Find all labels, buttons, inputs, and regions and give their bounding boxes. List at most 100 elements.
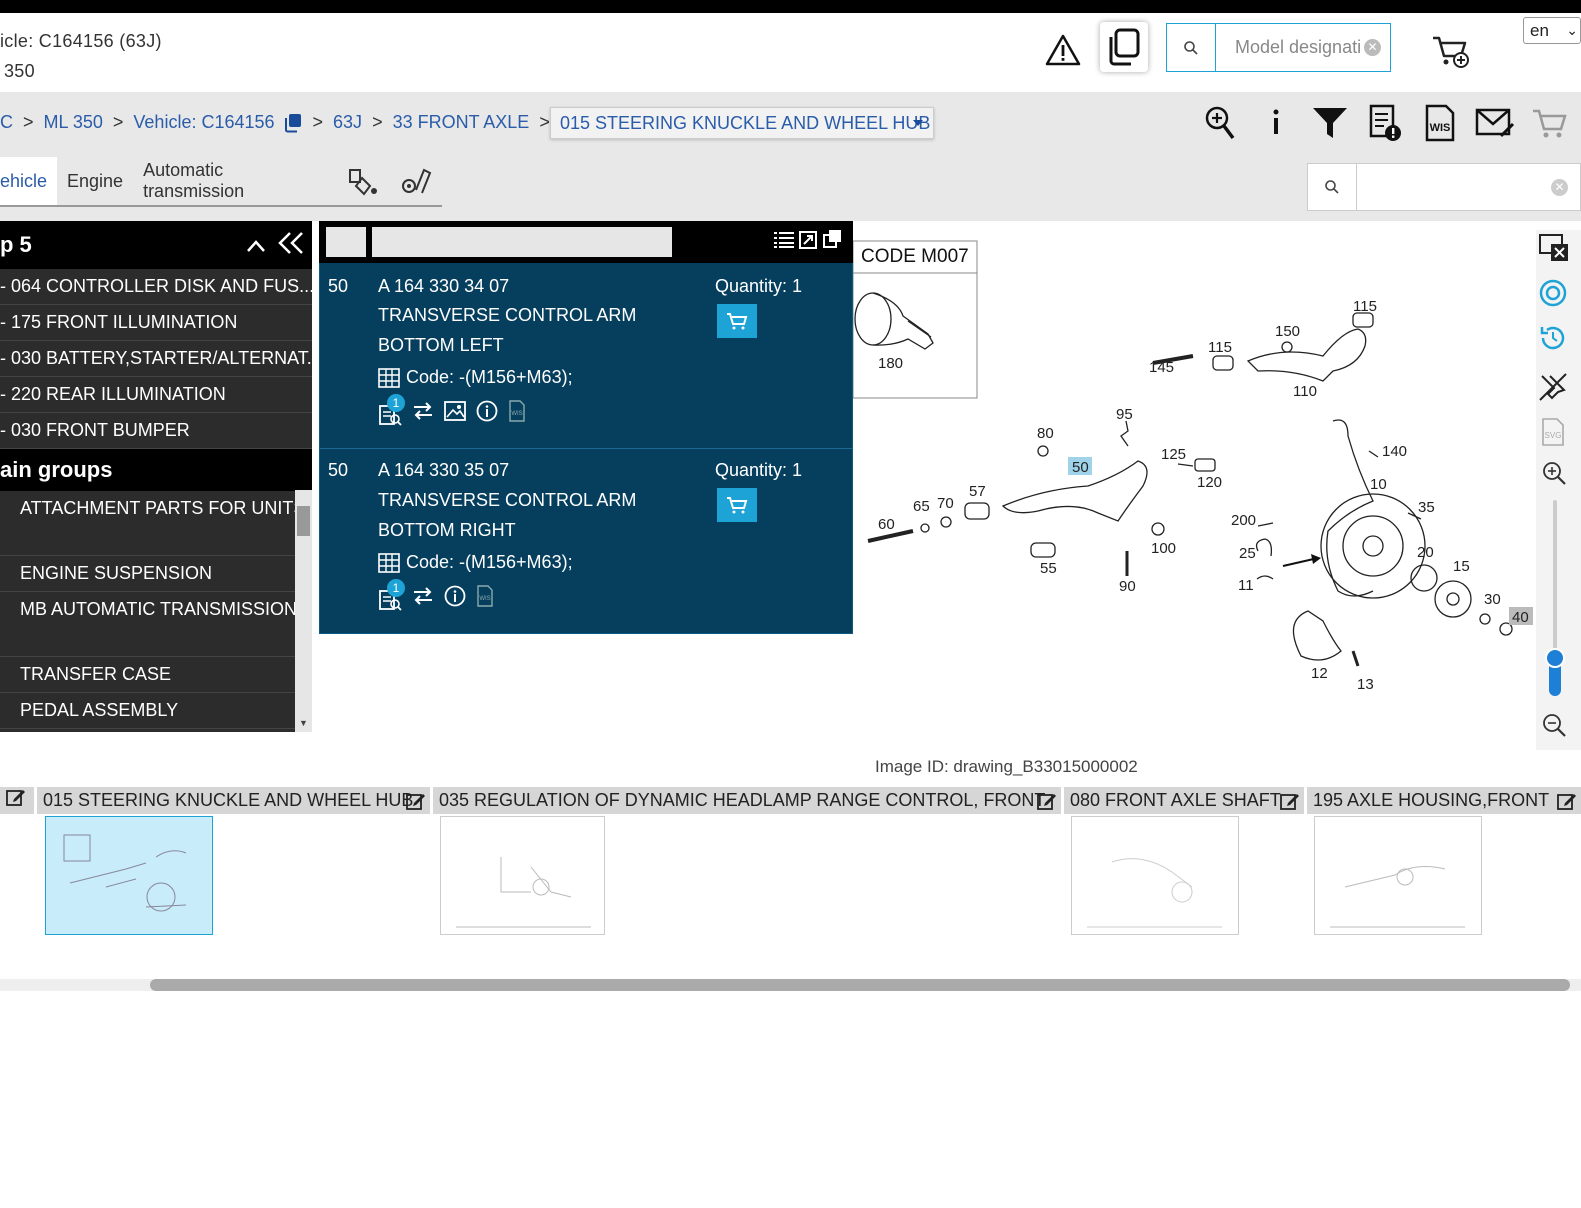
horizontal-scrollbar-thumb[interactable] [150, 979, 1570, 991]
target-icon[interactable] [1538, 278, 1568, 313]
edit-icon[interactable] [1037, 791, 1057, 818]
callout-label: 57 [969, 483, 986, 500]
swap-icon[interactable] [412, 586, 434, 611]
breadcrumb-item[interactable]: C [0, 112, 13, 133]
edit-icon[interactable] [6, 790, 26, 810]
thumbnail-label[interactable]: 080 FRONT AXLE SHAFT [1064, 787, 1304, 814]
info-icon[interactable] [476, 400, 498, 427]
part-row[interactable]: 50 A 164 330 35 07 TRANSVERSE CONTROL AR… [319, 460, 853, 632]
info-icon[interactable] [444, 585, 466, 612]
list-icon[interactable] [774, 231, 794, 254]
left-scrollbar-thumb[interactable] [297, 506, 310, 536]
thumbnail-label[interactable]: 015 STEERING KNUCKLE AND WHEEL HUB [37, 787, 430, 814]
search-icon[interactable] [1308, 164, 1357, 210]
code-label: CODE M007 [861, 246, 969, 267]
thumbnail-label[interactable]: 195 AXLE HOUSING,FRONT [1307, 787, 1581, 814]
model-search[interactable]: Model designati ✕ [1166, 23, 1391, 72]
paint-code-icon[interactable] [338, 157, 390, 205]
part-description-line: BOTTOM LEFT [378, 335, 504, 355]
callout-label: 145 [1149, 359, 1174, 376]
expand-icon[interactable] [799, 231, 817, 254]
notes-warning-icon[interactable] [1366, 103, 1406, 143]
main-group-item[interactable]: ENGINE SUSPENSION [0, 556, 312, 592]
main-group-item[interactable]: PEDAL ASSEMBLY [0, 693, 312, 729]
main-group-item[interactable]: MB AUTOMATIC TRANSMISSION [0, 592, 312, 657]
tabs: ehicle Engine Automatic transmission [0, 157, 442, 207]
model-search-input[interactable]: Model designati ✕ [1216, 24, 1390, 71]
subgroup-dropdown[interactable]: 015 STEERING KNUCKLE AND WHEEL HUB [550, 107, 934, 139]
search-icon[interactable] [1167, 24, 1216, 71]
thumbnail-image-selected[interactable] [45, 816, 213, 935]
copy-button[interactable] [1100, 22, 1148, 72]
cart-add-icon[interactable] [1430, 32, 1472, 72]
collapse-up-icon[interactable] [246, 233, 266, 259]
tools-icon[interactable] [390, 157, 442, 205]
add-to-cart-button[interactable] [717, 304, 757, 338]
part-number[interactable]: A 164 330 34 07 [378, 276, 509, 297]
zoom-in-icon[interactable] [1200, 103, 1240, 143]
part-description: TRANSVERSE CONTROL ARM BOTTOM LEFT [378, 300, 636, 360]
notes-icon[interactable]: 1 [378, 393, 405, 426]
svg-icon[interactable]: SVG [1540, 418, 1566, 451]
top5-item[interactable]: - 064 CONTROLLER DISK AND FUS... [0, 269, 312, 305]
edit-icon[interactable] [1280, 791, 1300, 818]
wis-icon[interactable]: WIS [476, 585, 494, 612]
scroll-down-icon[interactable]: ▼ [299, 718, 308, 728]
parts-search-input[interactable]: ✕ [1357, 164, 1580, 210]
main-group-item[interactable]: ATTACHMENT PARTS FOR UNITS [0, 491, 312, 556]
clear-icon[interactable]: ✕ [1551, 179, 1568, 196]
wis-icon[interactable]: WIS [1420, 103, 1460, 143]
edit-icon[interactable] [406, 791, 426, 818]
clear-icon[interactable]: ✕ [1364, 39, 1381, 56]
edit-icon[interactable] [1557, 791, 1577, 818]
breadcrumb-item[interactable]: 33 FRONT AXLE [393, 112, 530, 133]
history-icon[interactable] [1538, 323, 1568, 358]
callout-label: 13 [1357, 676, 1374, 693]
main-group-item[interactable]: TRANSFER CASE [0, 657, 312, 693]
breadcrumb-item[interactable]: 63J [333, 112, 362, 133]
pin-off-icon[interactable] [1538, 372, 1568, 407]
cart-icon[interactable] [1530, 103, 1570, 143]
swap-icon[interactable] [412, 401, 434, 426]
callout-label: 40 [1512, 609, 1529, 626]
breadcrumb-item[interactable]: Vehicle: C164156 [133, 112, 274, 133]
tab-automatic-transmission[interactable]: Automatic transmission [133, 157, 338, 205]
callout-label: 11 [1238, 577, 1254, 594]
wis-icon[interactable]: WIS [508, 400, 526, 427]
zoom-in-icon[interactable] [1541, 460, 1567, 491]
thumbnail-image[interactable] [1314, 816, 1482, 935]
add-to-cart-button[interactable] [717, 488, 757, 522]
image-icon[interactable] [444, 401, 466, 426]
tab-vehicle[interactable]: ehicle [0, 157, 57, 205]
window-icon[interactable] [822, 229, 842, 254]
parts-search[interactable]: ✕ [1307, 163, 1581, 211]
thumbnail-label[interactable]: 035 REGULATION OF DYNAMIC HEADLAMP RANGE… [433, 787, 1061, 814]
email-icon[interactable] [1475, 103, 1515, 143]
zoom-out-icon[interactable] [1541, 712, 1567, 743]
language-select[interactable]: en ⌄ [1523, 17, 1581, 44]
part-number[interactable]: A 164 330 35 07 [378, 460, 509, 481]
warning-icon[interactable] [1043, 30, 1083, 70]
double-chevron-left-icon[interactable] [278, 231, 304, 261]
thumbnail-image[interactable] [1071, 816, 1239, 935]
filter-input[interactable] [372, 227, 672, 257]
filter-box[interactable] [326, 227, 366, 257]
svg-text:SVG: SVG [1545, 431, 1562, 440]
window-close-icon[interactable] [1538, 232, 1568, 267]
filter-icon[interactable] [1310, 103, 1350, 143]
top5-item[interactable]: - 220 REAR ILLUMINATION [0, 377, 312, 413]
part-position: 50 [328, 460, 349, 480]
tab-engine[interactable]: Engine [57, 157, 133, 205]
part-row[interactable]: 50 A 164 330 34 07 TRANSVERSE CONTROL AR… [319, 276, 853, 448]
notes-icon[interactable]: 1 [378, 578, 405, 611]
thumbnail-edit-prev[interactable] [0, 787, 34, 814]
top5-item[interactable]: - 030 BATTERY,STARTER/ALTERNAT... [0, 341, 312, 377]
thumbnail-image[interactable] [440, 816, 605, 935]
parts-diagram[interactable]: CODE M007 180 115 115 150 145 110 95 80 … [853, 221, 1536, 751]
copy-icon[interactable] [283, 113, 303, 133]
zoom-slider-handle[interactable] [1545, 648, 1565, 668]
info-icon[interactable] [1256, 103, 1296, 143]
top5-item[interactable]: - 030 FRONT BUMPER [0, 413, 312, 449]
breadcrumb-item[interactable]: ML 350 [44, 112, 103, 133]
top5-item[interactable]: - 175 FRONT ILLUMINATION [0, 305, 312, 341]
